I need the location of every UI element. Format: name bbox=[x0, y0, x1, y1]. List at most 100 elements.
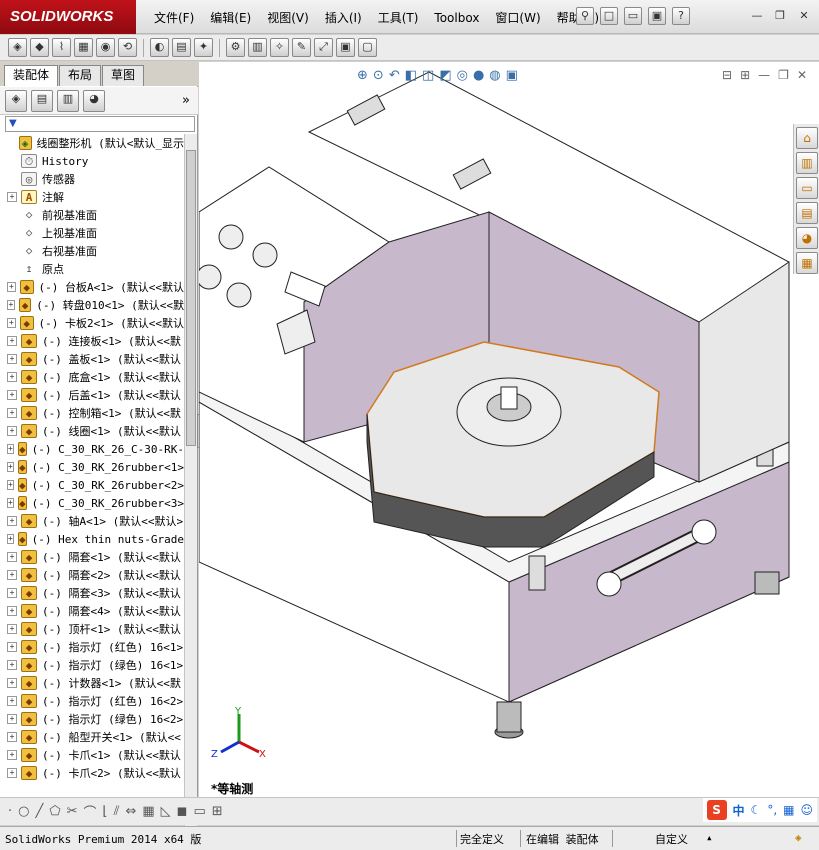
show-hidden-icon[interactable]: ◐ bbox=[150, 38, 169, 57]
fillet-icon[interactable]: ⌊ bbox=[103, 804, 108, 819]
display-pane-icon[interactable]: ▢ bbox=[358, 38, 377, 57]
tree-item[interactable]: + ◆ (-) 隔套<1> (默认<<默认 bbox=[0, 548, 184, 566]
expand-icon[interactable]: + bbox=[7, 570, 17, 580]
expand-icon[interactable]: + bbox=[7, 336, 17, 346]
tree-item[interactable]: ⏱ History bbox=[0, 152, 184, 170]
tree-item[interactable]: + ◆ (-) Hex thin nuts-Grade bbox=[0, 530, 184, 548]
zoom-to-fit-icon[interactable]: ⊕ bbox=[357, 68, 368, 83]
tab-assembly[interactable]: 装配体 bbox=[4, 65, 59, 86]
tab-sketch[interactable]: 草图 bbox=[102, 65, 145, 86]
minimize-icon[interactable]: — bbox=[750, 10, 764, 22]
menu-edit[interactable]: 编辑(E) bbox=[202, 0, 259, 34]
expand-icon[interactable]: + bbox=[7, 606, 17, 616]
previous-view-icon[interactable]: ↶ bbox=[389, 68, 400, 83]
tree-item[interactable]: + A 注解 bbox=[0, 188, 184, 206]
menu-tools[interactable]: 工具(T) bbox=[370, 0, 427, 34]
point-icon[interactable]: · bbox=[8, 804, 12, 819]
pin-icon[interactable]: ⚲ bbox=[576, 7, 594, 25]
solidworks-logo[interactable]: SOLIDWORKS bbox=[0, 0, 136, 34]
view-settings-icon[interactable]: ▣ bbox=[506, 68, 518, 83]
view-palette-icon[interactable]: ▤ bbox=[796, 202, 818, 224]
tree-item[interactable]: + ◆ (-) 盖板<1> (默认<<默认 bbox=[0, 350, 184, 368]
view-orientation-icon[interactable]: ◫ bbox=[422, 68, 434, 83]
display-manager-icon[interactable]: ◕ bbox=[83, 89, 105, 112]
keyboard-icon[interactable]: ▦ bbox=[783, 803, 794, 817]
scene-icon[interactable]: ◍ bbox=[489, 68, 500, 83]
appearance-icon[interactable]: ● bbox=[473, 68, 484, 83]
expand-icon[interactable]: + bbox=[7, 480, 14, 490]
split-horizontal-icon[interactable]: ▭ bbox=[193, 804, 205, 819]
split-grid-icon[interactable]: ⊞ bbox=[212, 804, 223, 819]
bill-of-materials-icon[interactable]: ▥ bbox=[248, 38, 267, 57]
expand-icon[interactable]: + bbox=[7, 750, 17, 760]
view-cube-icon[interactable]: ◼ bbox=[177, 804, 188, 819]
moon-icon[interactable]: ☾ bbox=[751, 803, 762, 817]
expand-icon[interactable]: + bbox=[7, 318, 16, 328]
mate-icon[interactable]: ⌇ bbox=[52, 38, 71, 57]
tree-item[interactable]: + ◆ (-) C_30_RK_26_C-30-RK- bbox=[0, 440, 184, 458]
tree-item[interactable]: + ◆ (-) C_30_RK_26rubber<3> bbox=[0, 494, 184, 512]
menu-toolbox[interactable]: Toolbox bbox=[426, 0, 487, 34]
explode-line-icon[interactable]: ✎ bbox=[292, 38, 311, 57]
expand-icon[interactable]: + bbox=[7, 462, 14, 472]
instant3d-icon[interactable]: ⤢ bbox=[314, 38, 333, 57]
tab-layout[interactable]: 布局 bbox=[59, 65, 102, 86]
expand-icon[interactable]: + bbox=[7, 354, 17, 364]
new-part-icon[interactable]: ◈ bbox=[8, 38, 27, 57]
expand-icon[interactable]: + bbox=[7, 408, 17, 418]
configuration-manager-icon[interactable]: ▥ bbox=[57, 89, 79, 112]
chevron-up-icon[interactable]: ▴ bbox=[706, 831, 713, 844]
reference-geometry-icon[interactable]: ✦ bbox=[194, 38, 213, 57]
menu-file[interactable]: 文件(F) bbox=[146, 0, 202, 34]
expand-icon[interactable]: + bbox=[7, 624, 17, 634]
tree-item[interactable]: + ◆ (-) 隔套<3> (默认<<默认 bbox=[0, 584, 184, 602]
file-explorer-icon[interactable]: ▭ bbox=[796, 177, 818, 199]
save-icon[interactable]: ▣ bbox=[648, 7, 666, 25]
expand-icon[interactable]: + bbox=[7, 534, 14, 544]
tree-item[interactable]: + ◆ (-) 控制箱<1> (默认<<默 bbox=[0, 404, 184, 422]
scrollbar-thumb[interactable] bbox=[186, 150, 196, 446]
linear-pattern-icon[interactable]: ▦ bbox=[74, 38, 93, 57]
expand-icon[interactable]: + bbox=[7, 300, 15, 310]
expand-icon[interactable]: + bbox=[7, 516, 17, 526]
tree-item[interactable]: + ◆ (-) 指示灯 (绿色) 16<1> bbox=[0, 656, 184, 674]
tree-item[interactable]: + ◆ (-) 卡爪<1> (默认<<默认 bbox=[0, 746, 184, 764]
polygon-icon[interactable]: ⬠ bbox=[49, 804, 60, 819]
expand-icon[interactable]: + bbox=[7, 192, 17, 202]
arc-icon[interactable]: ⌒ bbox=[84, 802, 97, 821]
line-icon[interactable]: ╱ bbox=[35, 804, 43, 819]
design-library-icon[interactable]: ▥ bbox=[796, 152, 818, 174]
ime-lang[interactable]: 中 bbox=[733, 802, 745, 819]
graphics-area[interactable]: Y X Z ⊕ ⊙ ↶ ◧ ◫ ◩ ◎ ● ◍ ▣ ⊟ ⊞ — ❐ ✕ ⌂ ▥ … bbox=[199, 62, 819, 797]
expand-icon[interactable]: + bbox=[7, 390, 17, 400]
tree-item[interactable]: + ◆ (-) 船型开关<1> (默认<< bbox=[0, 728, 184, 746]
open-folder-icon[interactable]: ▭ bbox=[624, 7, 642, 25]
tree-item[interactable]: + ◆ (-) 计数器<1> (默认<<默 bbox=[0, 674, 184, 692]
mirror-icon[interactable]: ⇔ bbox=[125, 804, 136, 819]
property-manager-icon[interactable]: ▤ bbox=[31, 89, 53, 112]
expand-icon[interactable]: + bbox=[7, 678, 17, 688]
tree-item[interactable]: + ◆ (-) 卡板2<1> (默认<<默认 bbox=[0, 314, 184, 332]
expand-icon[interactable]: + bbox=[7, 714, 17, 724]
tree-item[interactable]: + ◆ (-) 轴A<1> (默认<<默认> bbox=[0, 512, 184, 530]
hide-show-icon[interactable]: ◎ bbox=[457, 68, 468, 83]
expand-icon[interactable]: + bbox=[7, 768, 17, 778]
tree-item[interactable]: + ◆ (-) 指示灯 (红色) 16<2> bbox=[0, 692, 184, 710]
user-icon[interactable]: ☺ bbox=[800, 803, 813, 817]
home-icon[interactable]: ⌂ bbox=[796, 127, 818, 149]
expand-icon[interactable]: + bbox=[7, 660, 17, 670]
expand-icon[interactable]: + bbox=[7, 552, 17, 562]
tree-item[interactable]: + ◆ (-) 线圈<1> (默认<<默认 bbox=[0, 422, 184, 440]
tree-item[interactable]: + ◆ (-) 连接板<1> (默认<<默 bbox=[0, 332, 184, 350]
offset-icon[interactable]: ⫽ bbox=[114, 804, 120, 819]
close-icon[interactable]: ✕ bbox=[797, 10, 811, 22]
grid-icon[interactable]: ▦ bbox=[142, 804, 154, 819]
tree-item[interactable]: + ◆ (-) 指示灯 (红色) 16<1> bbox=[0, 638, 184, 656]
restore-icon[interactable]: ❐ bbox=[773, 10, 787, 22]
tree-item[interactable]: + ◆ (-) 顶杆<1> (默认<<默认 bbox=[0, 620, 184, 638]
expand-icon[interactable]: + bbox=[7, 498, 14, 508]
help-icon[interactable]: ? bbox=[672, 7, 690, 25]
assembly-features-icon[interactable]: ▤ bbox=[172, 38, 191, 57]
tree-item[interactable]: ◈ 线圈整形机 (默认<默认_显示 bbox=[0, 134, 184, 152]
expand-icon[interactable]: + bbox=[7, 588, 17, 598]
